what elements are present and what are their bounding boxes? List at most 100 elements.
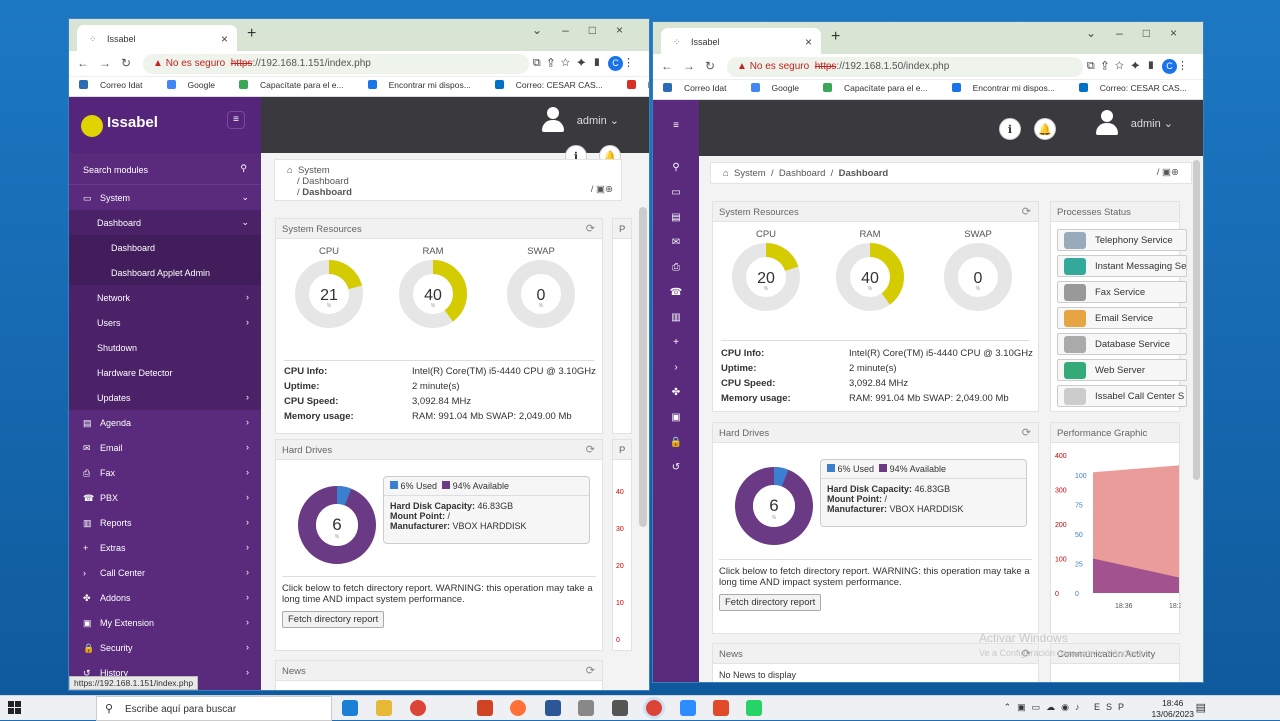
bookmark-item[interactable]: Correo Idat [79, 80, 155, 90]
process-item[interactable]: Issabel Call Center S [1057, 385, 1187, 407]
url-field[interactable]: ▲ No es seguro https://192.168.1.50/inde… [727, 57, 1083, 77]
sidebar-item-users[interactable]: Users › [69, 310, 261, 335]
toolbar-icons[interactable]: ⧉⇪☆✦▮ C ⋮ [533, 56, 641, 71]
applet-config-icon[interactable]: / ▣⊕ [1157, 167, 1179, 178]
bookmark-item[interactable]: Capacítate para el e... [822, 83, 940, 93]
email-icon[interactable]: ✉ [653, 231, 699, 256]
edge-icon[interactable] [342, 700, 358, 716]
sidebar-item-email[interactable]: ✉ Email › [69, 435, 261, 460]
fetch-directory-button[interactable]: Fetch directory report [719, 594, 822, 611]
file-explorer-icon[interactable] [376, 700, 392, 716]
virtualbox-icon[interactable] [612, 700, 628, 716]
sidebar-item-reports[interactable]: ▥ Reports › [69, 510, 261, 535]
close-tab-icon[interactable]: × [805, 35, 812, 49]
sidebar-item-system[interactable]: ▭ System ⌄ [69, 185, 261, 210]
app-icon[interactable] [713, 700, 729, 716]
bookmark-item[interactable]: Correo Idat [663, 83, 739, 93]
home-icon[interactable]: ⌂ [287, 165, 293, 176]
refresh-icon[interactable]: ⟳ [1022, 426, 1031, 439]
chrome-active-icon[interactable] [646, 700, 662, 716]
bookmark-item[interactable]: Correo: CESAR CAS... [494, 80, 615, 90]
notifications-icon[interactable]: ▤ [1196, 701, 1206, 714]
browser-tab[interactable]: ⁘ Issabel × [77, 25, 237, 51]
browser-window-left[interactable]: ⁘ Issabel × + ⌄–□× ←→↻ ▲ No es seguro ht… [68, 18, 650, 691]
bookmark-item[interactable]: Encontrar mi dispos... [367, 80, 483, 90]
window-controls[interactable]: ⌄–□× [532, 23, 643, 37]
bookmark-item[interactable]: MEGA [626, 80, 649, 90]
crumb-dashboard[interactable]: Dashboard [302, 176, 348, 187]
extras-icon[interactable]: + [653, 331, 699, 356]
sidebar-item-updates[interactable]: Updates › [69, 385, 261, 410]
system-tray[interactable]: ⌃▣▭☁◉♪ ESP [1004, 702, 1130, 713]
clock[interactable]: 18:46 13/06/2023 [1151, 698, 1194, 720]
chrome-icon[interactable] [410, 700, 426, 716]
user-menu[interactable]: admin ⌄ [577, 114, 619, 127]
refresh-icon[interactable]: ⟳ [586, 443, 595, 456]
history-icon[interactable]: ↺ [653, 456, 699, 481]
my-extension-icon[interactable]: ▣ [653, 406, 699, 431]
refresh-icon[interactable]: ⟳ [1022, 205, 1031, 218]
user-avatar-icon[interactable] [1095, 110, 1119, 136]
agenda-icon[interactable]: ▤ [653, 206, 699, 231]
home-icon[interactable]: ⌂ [723, 168, 729, 179]
zoom-icon[interactable] [680, 700, 696, 716]
fetch-directory-button[interactable]: Fetch directory report [282, 611, 385, 628]
new-tab-icon[interactable]: + [831, 28, 840, 46]
nav-buttons[interactable]: ←→↻ [661, 59, 725, 73]
refresh-icon[interactable]: ⟳ [586, 664, 595, 677]
profile-icon[interactable]: C [1162, 59, 1177, 74]
process-item[interactable]: Instant Messaging Se [1057, 255, 1187, 277]
sidebar-item-call-center[interactable]: › Call Center › [69, 560, 261, 585]
process-item[interactable]: Email Service [1057, 307, 1187, 329]
window-controls[interactable]: ⌄–□× [1086, 26, 1197, 40]
user-avatar-icon[interactable] [541, 107, 565, 133]
process-item[interactable]: Web Server [1057, 359, 1187, 381]
menu-toggle-icon[interactable]: ≡ [227, 111, 245, 129]
process-item[interactable]: Telephony Service [1057, 229, 1187, 251]
process-item[interactable]: Fax Service [1057, 281, 1187, 303]
url-field[interactable]: ▲ No es seguro https://192.168.1.151/ind… [143, 54, 529, 74]
sidebar-item-hardware-detector[interactable]: Hardware Detector [69, 360, 261, 385]
applet-config-icon[interactable]: / ▣⊕ [591, 184, 613, 195]
whatsapp-icon[interactable] [746, 700, 762, 716]
info-icon[interactable]: ℹ [999, 118, 1021, 140]
system-icon[interactable]: ▭ [653, 181, 699, 206]
crumb-dashboard[interactable]: Dashboard [779, 168, 825, 179]
sidebar-item-fax[interactable]: ⎙ Fax › [69, 460, 261, 485]
windows-start-icon[interactable] [8, 701, 22, 715]
firefox-icon[interactable] [510, 700, 526, 716]
scrollbar[interactable] [639, 207, 647, 527]
scrollbar[interactable] [1193, 160, 1200, 480]
bell-icon[interactable]: 🔔 [1034, 118, 1056, 140]
sidebar-item-dashboard-applet-admin[interactable]: Dashboard Applet Admin [69, 260, 261, 285]
bookmark-item[interactable]: Google [166, 80, 227, 90]
addons-icon[interactable]: ✤ [653, 381, 699, 406]
search-icon[interactable]: ⚲ [240, 163, 247, 174]
bookmark-item[interactable]: Correo: CESAR CAS... [1078, 83, 1199, 93]
crumb-system[interactable]: System [298, 165, 330, 176]
crumb-system[interactable]: System [734, 168, 766, 179]
search-modules[interactable]: Search modules ⚲ [69, 153, 261, 185]
sidebar-item-security[interactable]: 🔒 Security › [69, 635, 261, 660]
bookmark-item[interactable]: Google [750, 83, 811, 93]
user-menu[interactable]: admin ⌄ [1131, 117, 1173, 130]
search-icon[interactable]: ⚲ [653, 156, 699, 181]
taskbar-search[interactable]: ⚲ Escribe aquí para buscar [96, 696, 332, 721]
sidebar-item-my-extension[interactable]: ▣ My Extension › [69, 610, 261, 635]
sidebar-item-network[interactable]: Network › [69, 285, 261, 310]
word-icon[interactable] [545, 700, 561, 716]
sidebar-item-dashboard[interactable]: Dashboard ⌄ [69, 210, 261, 235]
refresh-icon[interactable]: ⟳ [586, 222, 595, 235]
toolbar-icons[interactable]: ⧉⇪☆✦▮ C ⋮ [1087, 59, 1195, 74]
menu-toggle-icon[interactable]: ≡ [653, 100, 699, 156]
bookmark-item[interactable]: Encontrar mi dispos... [951, 83, 1067, 93]
new-tab-icon[interactable]: + [247, 25, 256, 43]
sidebar-item-extras[interactable]: + Extras › [69, 535, 261, 560]
profile-icon[interactable]: C [608, 56, 623, 71]
browser-tab[interactable]: ⁘ Issabel × [661, 28, 821, 54]
browser-window-right[interactable]: ⁘ Issabel × + ⌄–□× ←→↻ ▲ No es seguro ht… [652, 21, 1204, 683]
sidebar-item-pbx[interactable]: ☎ PBX › [69, 485, 261, 510]
fax-icon[interactable]: ⎙ [653, 256, 699, 281]
sidebar-item-addons[interactable]: ✤ Addons › [69, 585, 261, 610]
nav-buttons[interactable]: ←→↻ [77, 56, 141, 70]
